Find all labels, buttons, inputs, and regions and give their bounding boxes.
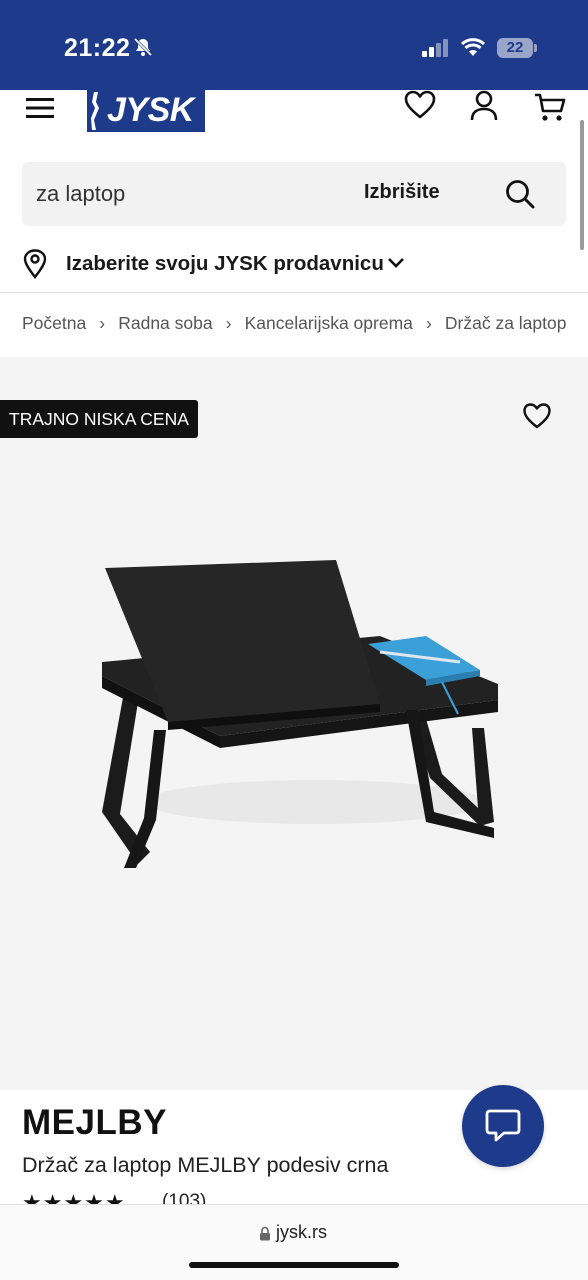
wifi-icon bbox=[460, 38, 486, 56]
page-scrollbar[interactable] bbox=[580, 120, 584, 250]
product-brand: MEJLBY bbox=[22, 1103, 167, 1142]
status-bar: 21:22 22 bbox=[0, 0, 588, 90]
chat-button[interactable] bbox=[462, 1085, 544, 1167]
cart-icon[interactable] bbox=[534, 92, 566, 122]
chat-bubble-icon bbox=[485, 1109, 521, 1142]
product-gallery[interactable]: TRAJNO NISKA CENA bbox=[0, 357, 588, 1090]
breadcrumb: Početna › Radna soba › Kancelarijska oprema ›… bbox=[22, 313, 566, 339]
status-time: 21:22 bbox=[64, 34, 131, 62]
breadcrumb-item-office-equipment[interactable]: Kancelarijska oprema bbox=[245, 313, 413, 334]
search-box: Izbrišite bbox=[22, 162, 566, 226]
breadcrumb-separator-icon: › bbox=[425, 313, 432, 333]
battery-level: 22 bbox=[506, 39, 524, 56]
location-pin-icon bbox=[23, 249, 47, 279]
breadcrumb-separator-icon: › bbox=[225, 313, 232, 333]
price-badge: TRAJNO NISKA CENA bbox=[0, 400, 198, 438]
breadcrumb-item-home[interactable]: Početna bbox=[22, 313, 86, 334]
menu-icon[interactable] bbox=[26, 96, 54, 120]
search-input[interactable] bbox=[36, 162, 336, 226]
user-icon[interactable] bbox=[470, 90, 498, 122]
logo-text: JYSK bbox=[107, 91, 194, 129]
section-divider bbox=[0, 292, 588, 293]
jysk-logo[interactable]: JYSK bbox=[87, 90, 205, 132]
site-header: JYSK bbox=[0, 90, 588, 150]
battery-icon: 22 bbox=[497, 38, 537, 58]
product-name: Držač za laptop MEJLBY podesiv crna bbox=[22, 1153, 389, 1177]
chevron-down-icon bbox=[388, 258, 404, 268]
url-text: jysk.rs bbox=[276, 1222, 327, 1242]
bell-slash-icon bbox=[133, 37, 153, 57]
store-selector-label: Izaberite svoju JYSK prodavnicu bbox=[66, 252, 384, 275]
heart-icon[interactable] bbox=[404, 90, 436, 120]
store-selector[interactable]: Izaberite svoju JYSK prodavnicu bbox=[22, 246, 422, 282]
clear-search-button[interactable]: Izbrišite bbox=[364, 181, 440, 204]
signal-icon bbox=[422, 39, 448, 57]
product-image-laptop-tray bbox=[102, 560, 498, 868]
breadcrumb-item-laptop-holder[interactable]: Držač za laptop bbox=[445, 313, 566, 334]
browser-url-bar[interactable]: jysk.rs bbox=[0, 1204, 588, 1280]
breadcrumb-item-work-room[interactable]: Radna soba bbox=[118, 313, 212, 334]
search-icon[interactable] bbox=[504, 178, 536, 210]
lock-icon bbox=[260, 1226, 270, 1241]
add-to-wishlist-heart-icon[interactable] bbox=[522, 402, 552, 430]
breadcrumb-separator-icon: › bbox=[99, 313, 106, 333]
home-indicator[interactable] bbox=[189, 1262, 399, 1268]
